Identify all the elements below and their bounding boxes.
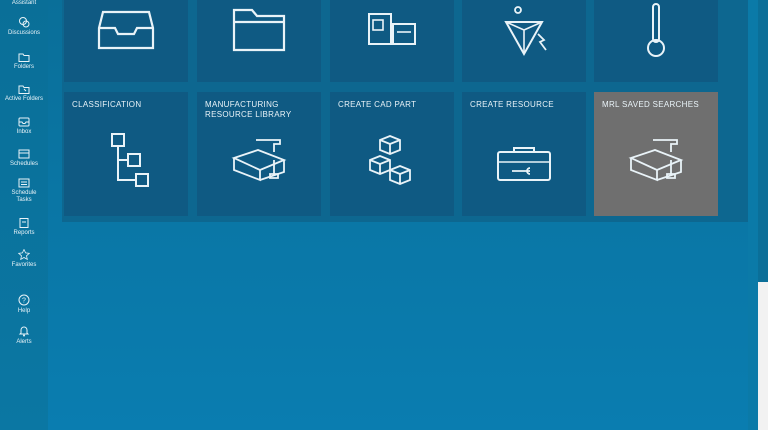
tile-folder[interactable] <box>197 0 321 82</box>
nav-reports[interactable]: Reports <box>0 218 48 237</box>
tile-label: CREATE CAD PART <box>338 100 417 109</box>
right-edge <box>758 0 768 282</box>
main-content: CLASSIFICATION MANUFACTURING RESOURCE LI… <box>48 0 768 430</box>
active-folders-icon <box>18 85 30 94</box>
bell-icon <box>18 326 30 337</box>
nav-help[interactable]: ? Help <box>0 294 48 315</box>
toolbox-icon <box>594 136 718 188</box>
left-nav-rail: Assistant Discussions Folders Active Fol… <box>0 0 49 430</box>
nav-schedule-tasks[interactable]: Schedule Tasks <box>0 178 48 204</box>
help-icon: ? <box>18 294 30 306</box>
schedule-tasks-icon <box>18 178 30 188</box>
tile-inbox[interactable] <box>64 0 188 82</box>
nav-label: Reports <box>13 230 35 236</box>
nav-label: Assistant <box>11 0 37 6</box>
schedules-icon <box>18 149 30 159</box>
cubes-icon <box>330 134 454 188</box>
nav-label: Schedules <box>9 161 39 167</box>
tile-label: MANUFACTURING RESOURCE LIBRARY <box>205 100 292 119</box>
nav-label: Inbox <box>16 129 32 135</box>
nav-label: Folders <box>13 64 34 70</box>
nav-inbox[interactable]: Inbox <box>0 117 48 136</box>
nav-label: Schedule Tasks <box>11 190 37 203</box>
nav-label: Favorites <box>11 262 37 268</box>
right-edge-panel <box>758 282 768 430</box>
tile-classification[interactable]: CLASSIFICATION <box>64 92 188 216</box>
hierarchy-icon <box>64 132 188 190</box>
nav-label: Discussions <box>7 30 40 36</box>
tile-create-cad-part[interactable]: CREATE CAD PART <box>330 92 454 216</box>
folder-icon <box>197 6 321 54</box>
discussions-icon <box>19 17 30 28</box>
svg-text:?: ? <box>22 298 26 305</box>
nav-favorites[interactable]: Favorites <box>0 249 48 269</box>
toolbox-icon <box>197 136 321 188</box>
nav-alerts[interactable]: Alerts <box>0 325 48 346</box>
nav-schedules[interactable]: Schedules <box>0 149 48 168</box>
gem-tool-icon <box>462 4 586 58</box>
cnc-machine-icon <box>330 10 454 50</box>
nav-label: Help <box>17 308 31 314</box>
star-icon <box>18 249 30 260</box>
tile-gem-tool[interactable] <box>462 0 586 82</box>
reports-icon <box>19 218 29 228</box>
tile-cnc-machine[interactable] <box>330 0 454 82</box>
tile-create-resource[interactable]: CREATE RESOURCE <box>462 92 586 216</box>
tile-manufacturing-resource-library[interactable]: MANUFACTURING RESOURCE LIBRARY <box>197 92 321 216</box>
toolcase-icon <box>462 144 586 184</box>
tile-mrl-saved-searches[interactable]: MRL SAVED SEARCHES <box>594 92 718 216</box>
nav-label: Active Folders <box>4 96 43 102</box>
tile-grid: CLASSIFICATION MANUFACTURING RESOURCE LI… <box>62 0 768 222</box>
tile-label: CLASSIFICATION <box>72 100 142 109</box>
tile-thermometer[interactable] <box>594 0 718 82</box>
nav-folders[interactable]: Folders <box>0 52 48 71</box>
nav-assistant[interactable]: Assistant <box>0 0 48 7</box>
nav-discussions[interactable]: Discussions <box>0 16 48 37</box>
nav-label: Alerts <box>16 339 32 345</box>
nav-active-folders[interactable]: Active Folders <box>0 84 48 103</box>
tile-label: MRL SAVED SEARCHES <box>602 100 699 109</box>
thermometer-icon <box>594 2 718 62</box>
tile-label: CREATE RESOURCE <box>470 100 554 109</box>
inbox-tray-icon <box>64 8 188 52</box>
folder-icon <box>18 53 30 62</box>
inbox-icon <box>18 117 30 127</box>
